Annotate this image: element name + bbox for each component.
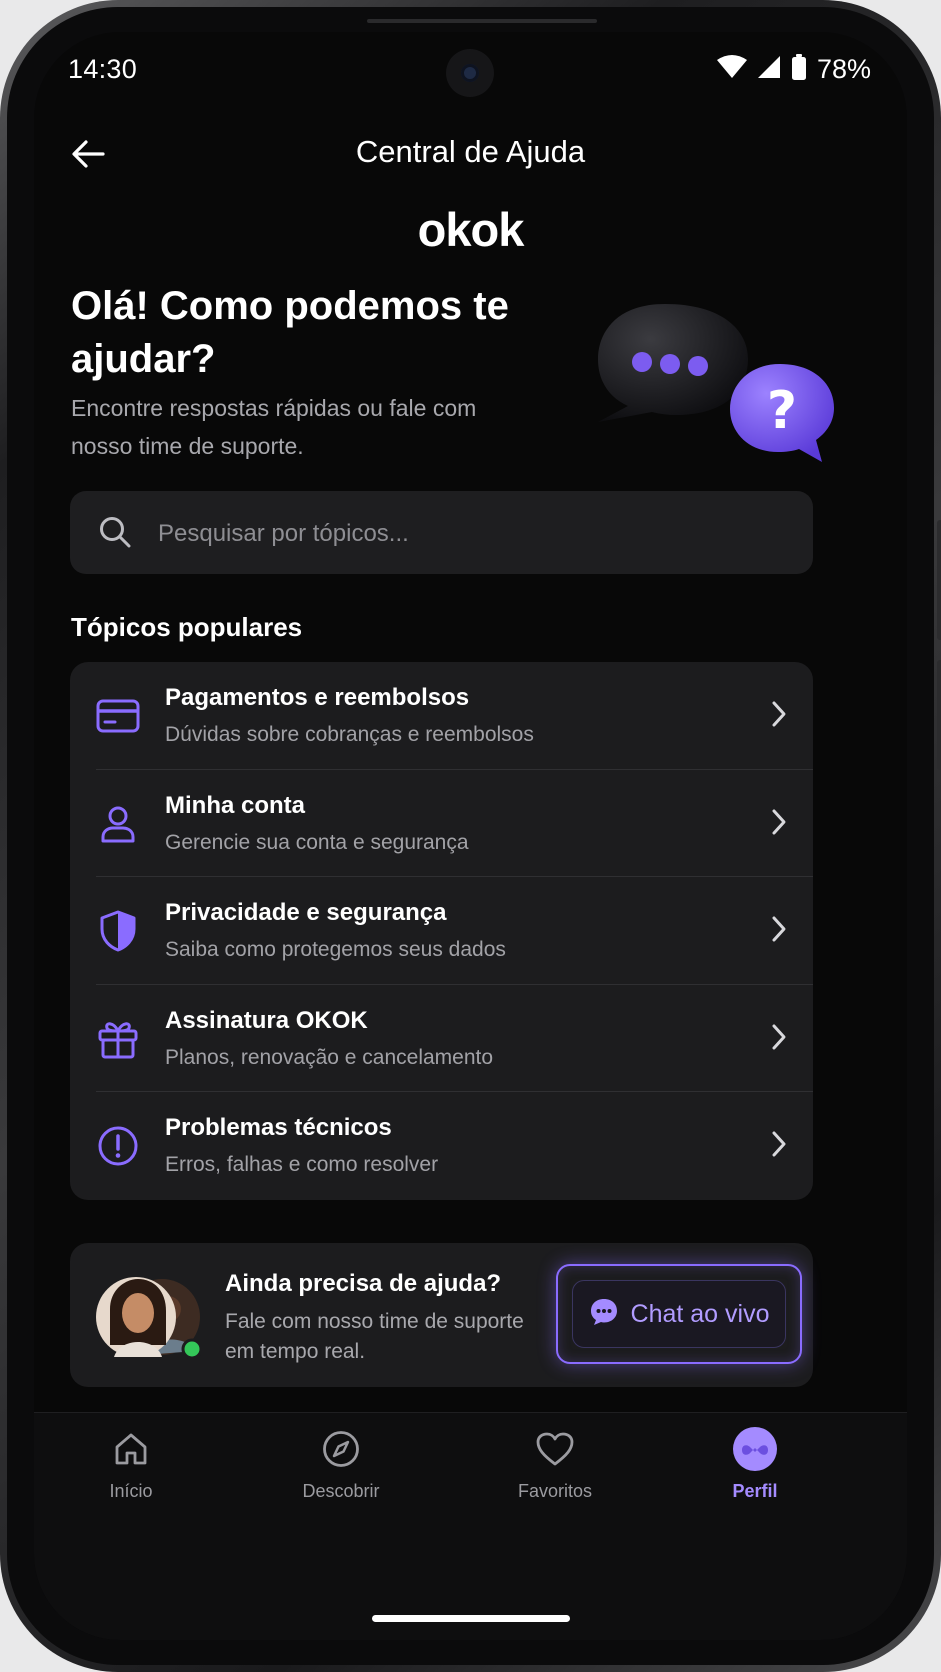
phone-frame: 14:30 78% Central de Ajuda okok Olá! Com… <box>0 0 941 1672</box>
user-icon <box>96 802 140 846</box>
chevron-right-icon <box>771 915 787 948</box>
topic-subtitle: Erros, falhas e como resolver <box>165 1153 439 1177</box>
section-title-popular-topics: Tópicos populares <box>71 612 303 642</box>
topic-item-privacy[interactable]: Privacidade e segurança Saiba como prote… <box>70 877 813 985</box>
topics-list: Pagamentos e reembolsos Dúvidas sobre co… <box>70 662 813 1200</box>
hero-title: Olá! Como podemos te ajudar? <box>71 284 509 381</box>
live-chat-label: Chat ao vivo <box>630 1299 770 1328</box>
nav-item-discover[interactable]: Descobrir <box>256 1423 426 1533</box>
nav-label: Favoritos <box>517 1481 593 1501</box>
live-chat-button[interactable]: Chat ao vivo <box>556 1264 802 1364</box>
live-chat-button-inner: Chat ao vivo <box>572 1280 786 1348</box>
search-bar[interactable] <box>70 491 813 576</box>
chevron-right-icon <box>771 808 787 841</box>
cellular-signal-icon <box>757 55 781 84</box>
topic-subtitle: Planos, renovação e cancelamento <box>165 1045 494 1069</box>
nav-item-profile[interactable]: Perfil <box>670 1423 840 1533</box>
bottom-navigation: Início Descobrir Favoritos Perfil <box>34 1412 907 1640</box>
topic-title: Assinatura OKOK <box>165 1006 368 1034</box>
shield-icon <box>96 909 140 953</box>
nav-label: Perfil <box>732 1481 778 1501</box>
chat-help-illustration: ? <box>590 294 840 494</box>
topic-item-subscription[interactable]: Assinatura OKOK Planos, renovação e canc… <box>70 985 813 1093</box>
wifi-icon <box>716 55 747 84</box>
heart-icon <box>470 1423 640 1475</box>
nav-label: Descobrir <box>302 1481 380 1501</box>
battery-percentage: 78% <box>816 54 871 84</box>
support-title: Ainda precisa de ajuda? <box>225 1270 502 1297</box>
topic-item-technical[interactable]: Problemas técnicos Erros, falhas e como … <box>70 1092 813 1200</box>
topic-title: Pagamentos e reembolsos <box>165 684 470 711</box>
chevron-right-icon <box>771 700 787 733</box>
support-card: Ainda precisa de ajuda? Fale com nosso t… <box>70 1243 813 1387</box>
volume-button <box>937 520 941 640</box>
status-bar: 14:30 78% <box>34 32 907 112</box>
chat-bubble-icon <box>589 1297 619 1332</box>
chevron-right-icon <box>771 1130 787 1163</box>
search-icon <box>98 515 132 554</box>
topic-item-account[interactable]: Minha conta Gerencie sua conta e seguran… <box>70 770 813 878</box>
topic-item-payments[interactable]: Pagamentos e reembolsos Dúvidas sobre co… <box>70 662 813 770</box>
topic-title: Problemas técnicos <box>165 1114 392 1142</box>
nav-label: Início <box>109 1481 153 1501</box>
credit-card-icon <box>96 694 140 738</box>
front-camera <box>446 49 494 97</box>
nav-item-favorites[interactable]: Favoritos <box>470 1423 640 1533</box>
earpiece <box>367 19 597 23</box>
support-agents-avatars <box>96 1275 206 1360</box>
status-icons: 78% <box>716 54 871 85</box>
hero-subtitle: Encontre respostas rápidas ou fale com n… <box>71 395 477 459</box>
alert-circle-icon <box>96 1124 140 1168</box>
home-icon <box>46 1423 216 1475</box>
topic-subtitle: Saiba como protegemos seus dados <box>165 938 506 962</box>
power-button <box>937 660 941 770</box>
app-bar: Central de Ajuda <box>34 122 907 186</box>
battery-icon <box>791 54 807 85</box>
compass-icon <box>256 1423 426 1475</box>
home-indicator[interactable] <box>372 1615 570 1622</box>
topic-subtitle: Dúvidas sobre cobranças e reembolsos <box>165 723 534 746</box>
topic-subtitle: Gerencie sua conta e segurança <box>165 830 469 854</box>
brand-logo: okok <box>417 203 525 256</box>
app-screen: 14:30 78% Central de Ajuda okok Olá! Com… <box>34 32 907 1640</box>
profile-avatar-icon <box>670 1423 840 1475</box>
page-title: Central de Ajuda <box>355 134 586 169</box>
status-time: 14:30 <box>68 54 138 84</box>
search-input[interactable] <box>156 491 780 576</box>
svg-text:?: ? <box>767 381 797 441</box>
chevron-right-icon <box>771 1023 787 1056</box>
topic-title: Minha conta <box>165 791 306 819</box>
support-subtitle: Fale com nosso time de suporte em tempo … <box>225 1310 524 1363</box>
gift-icon <box>96 1017 140 1061</box>
topic-title: Privacidade e segurança <box>165 899 447 927</box>
nav-item-home[interactable]: Início <box>46 1423 216 1533</box>
